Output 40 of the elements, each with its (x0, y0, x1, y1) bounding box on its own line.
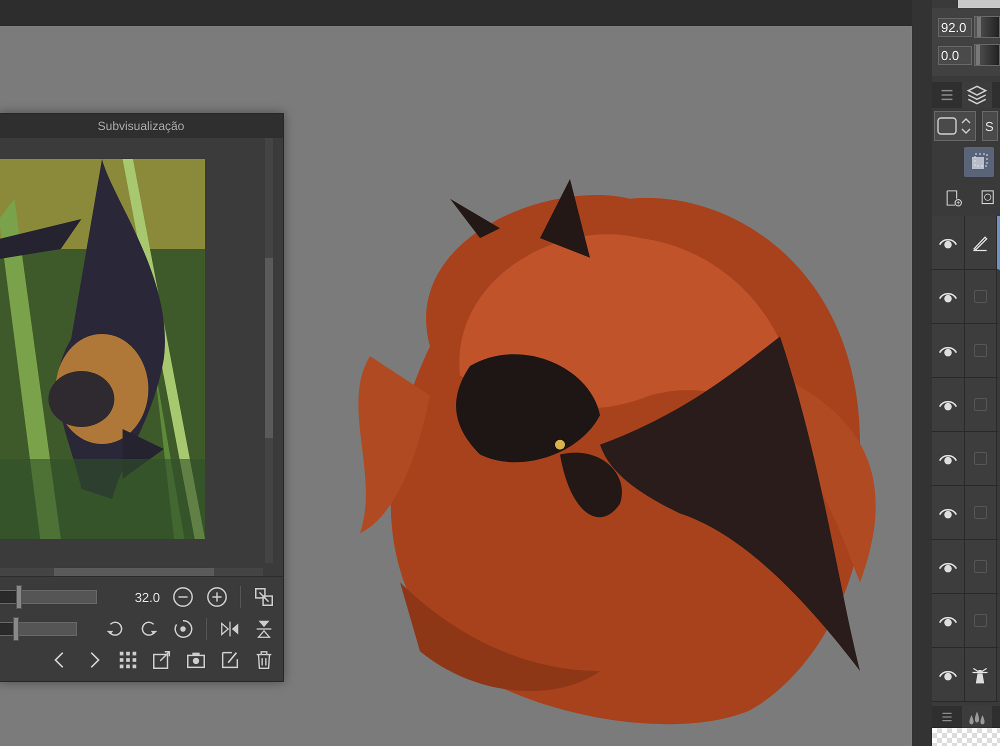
shape-selector[interactable] (934, 111, 976, 141)
checkbox[interactable] (974, 452, 987, 465)
transparency-swatch (932, 728, 1000, 746)
zoom-value: 32.0 (134, 590, 160, 604)
clip-icon[interactable] (964, 147, 994, 177)
reset-rotation-icon[interactable] (172, 618, 194, 640)
fit-icon[interactable] (253, 586, 275, 608)
tab-strip (958, 0, 1000, 8)
rotation-slider[interactable] (0, 617, 77, 641)
scrollbar[interactable] (265, 138, 273, 563)
layer-row[interactable] (932, 648, 1000, 702)
layer-row[interactable] (932, 270, 1000, 324)
drops-icon[interactable] (962, 706, 992, 728)
layer-row[interactable] (932, 324, 1000, 378)
layer-row[interactable] (932, 216, 1000, 270)
layer-row[interactable] (932, 432, 1000, 486)
checkbox[interactable] (974, 398, 987, 411)
layers-icon[interactable] (962, 82, 992, 108)
layer-row[interactable] (932, 594, 1000, 648)
value-field[interactable]: 0.0 (938, 46, 972, 64)
slider[interactable] (974, 44, 1000, 66)
checkbox[interactable] (974, 614, 987, 627)
grid-icon[interactable] (117, 649, 139, 671)
checkbox[interactable] (974, 290, 987, 303)
zoom-in-icon[interactable] (206, 586, 228, 608)
checkbox[interactable] (974, 344, 987, 357)
value-field[interactable]: 92.0 (938, 18, 972, 36)
blend-mode-selector[interactable]: S (982, 111, 998, 141)
layer-row[interactable] (932, 378, 1000, 432)
checkbox[interactable] (974, 506, 987, 519)
scrollbar[interactable] (0, 568, 263, 576)
import-icon[interactable] (151, 649, 173, 671)
zoom-out-icon[interactable] (172, 586, 194, 608)
window-title: Subvisualização (98, 119, 184, 133)
edit-icon[interactable] (219, 649, 241, 671)
checkbox[interactable] (974, 560, 987, 573)
slider[interactable] (974, 16, 1000, 38)
layer-row[interactable] (932, 486, 1000, 540)
layer-row[interactable] (932, 540, 1000, 594)
zoom-slider[interactable] (0, 585, 97, 609)
